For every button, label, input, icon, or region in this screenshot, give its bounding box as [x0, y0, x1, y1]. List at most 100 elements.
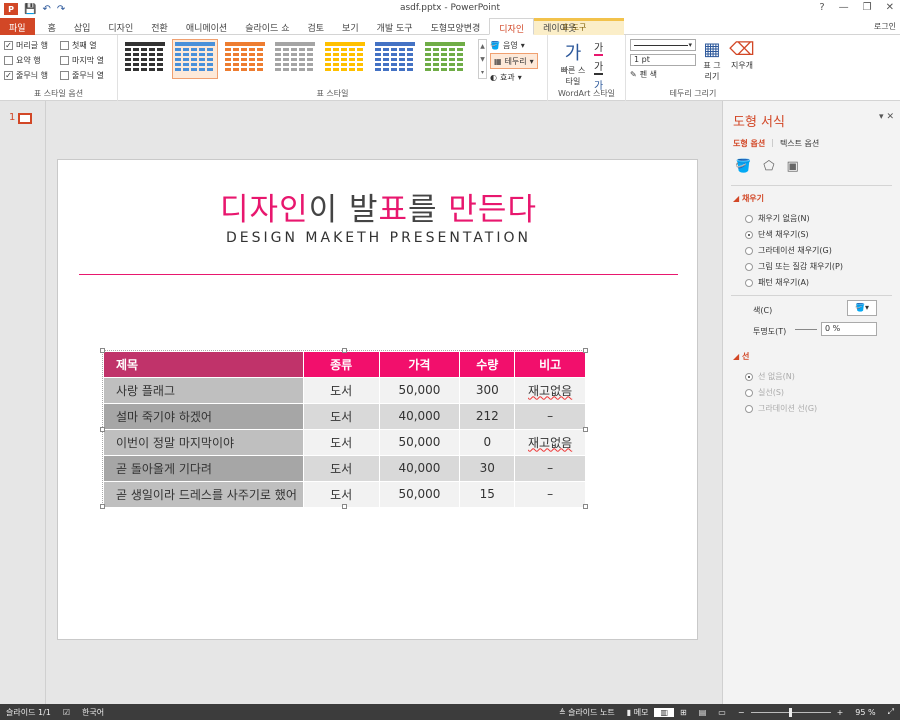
fill-section-header[interactable]: ◢ 채우기 [733, 193, 764, 204]
style-option-checkbox[interactable]: 첫째 열 [60, 38, 116, 53]
data-table[interactable]: 제목 종류 가격 수량 비고 사랑 플래그 도서 50,000 300 재고없음 설마 죽기야 하겠… [104, 352, 586, 508]
tab-text-options[interactable]: 텍스트 옵션 [780, 138, 819, 149]
radio-option[interactable]: 그림 또는 질감 채우기(P) [745, 261, 843, 272]
table-cell[interactable]: 설마 죽기야 하겠어 [104, 403, 304, 430]
checkbox-icon[interactable]: ✓ [4, 41, 13, 50]
close-button[interactable]: ✕ [886, 2, 894, 13]
tab-10[interactable]: 도형모양변경 [422, 18, 490, 35]
table-style-swatch[interactable] [422, 39, 468, 79]
style-option-checkbox[interactable]: ✓ 줄무늬 행 [4, 68, 60, 83]
resize-handle[interactable] [100, 348, 105, 353]
slide-thumbnail[interactable] [18, 113, 32, 124]
radio-option[interactable]: 실선(S) [745, 387, 784, 398]
zoom-out-button[interactable]: − [732, 708, 751, 717]
table-cell[interactable]: 재고없음 [514, 429, 586, 456]
style-option-checkbox[interactable]: 요약 행 [4, 53, 60, 68]
transparency-slider[interactable] [795, 329, 817, 330]
header-cell[interactable]: 가격 [379, 352, 461, 378]
resize-handle[interactable] [583, 348, 588, 353]
border-button[interactable]: ▦ 테두리 ▾ [490, 53, 538, 69]
help-button[interactable]: ? [819, 2, 824, 13]
table-cell[interactable]: 0 [459, 429, 516, 456]
radio-icon[interactable] [745, 262, 753, 271]
checkbox-icon[interactable] [4, 56, 13, 65]
slide[interactable]: 디자인이 발표를 만든다 DESIGN MAKETH PRESENTATION … [57, 159, 698, 640]
tab-11[interactable]: 디자인 [489, 18, 535, 35]
zoom-slider-thumb[interactable] [788, 707, 792, 717]
table-cell[interactable]: 곧 돌아올게 기다려 [104, 455, 304, 482]
resize-handle[interactable] [583, 504, 588, 509]
comments-button[interactable]: ▮ 메모 [621, 707, 655, 718]
zoom-in-button[interactable]: + [831, 708, 850, 717]
table-cell[interactable]: 50,000 [379, 429, 461, 456]
radio-option[interactable]: 그라데이션 선(G) [745, 403, 817, 414]
vertical-scrollbar[interactable] [714, 101, 722, 704]
tab-1[interactable]: 홈 [39, 18, 65, 35]
notes-button[interactable]: ≜ 슬라이드 노트 [553, 707, 621, 718]
redo-icon[interactable]: ↷ [57, 4, 65, 15]
radio-icon[interactable] [745, 246, 753, 255]
tab-4[interactable]: 전환 [142, 18, 177, 35]
table-cell[interactable]: 40,000 [379, 403, 461, 430]
tab-shape-options[interactable]: 도형 옵션 [733, 138, 765, 149]
table-cell[interactable]: 30 [459, 455, 516, 482]
spell-check-icon[interactable]: ☑ [57, 708, 76, 717]
fill-line-icon[interactable]: 🪣 [735, 159, 751, 174]
checkbox-icon[interactable] [60, 71, 69, 80]
login-link[interactable]: 로그인 [874, 21, 896, 32]
text-fill-icon[interactable]: 가 [594, 39, 604, 56]
shading-button[interactable]: 🪣 음영 ▾ [490, 37, 538, 53]
tab-3[interactable]: 디자인 [99, 18, 142, 35]
table-style-swatch[interactable] [322, 39, 368, 79]
eraser-button[interactable]: ⌫ 지우개 [728, 39, 756, 71]
table-style-swatch[interactable] [172, 39, 218, 79]
style-option-checkbox[interactable]: ✓ 머리글 행 [4, 38, 60, 53]
table-frame[interactable]: 제목 종류 가격 수량 비고 사랑 플래그 도서 50,000 300 재고없음 설마 죽기야 하겠… [100, 348, 588, 509]
table-cell[interactable]: 재고없음 [514, 377, 586, 404]
pen-color-button[interactable]: ✎ 펜 색 [630, 66, 696, 82]
restore-button[interactable]: ❐ [863, 2, 872, 13]
slide-sorter-icon[interactable]: ⊞ [674, 708, 693, 717]
table-cell[interactable]: 50,000 [379, 481, 461, 508]
header-cell[interactable]: 수량 [459, 352, 516, 378]
table-cell[interactable]: – [514, 455, 586, 482]
fill-color-picker[interactable]: 🪣▾ [847, 300, 877, 316]
radio-option[interactable]: 선 없음(N) [745, 371, 795, 382]
tab-2[interactable]: 삽입 [65, 18, 100, 35]
resize-handle[interactable] [342, 348, 347, 353]
undo-icon[interactable]: ↶ [42, 4, 50, 15]
slide-title[interactable]: 디자인이 발표를 만든다 [58, 184, 699, 229]
normal-view-icon[interactable]: ▥ [654, 707, 675, 717]
zoom-level[interactable]: 95 % [849, 708, 881, 717]
table-style-swatch[interactable] [372, 39, 418, 79]
table-cell[interactable]: 이번이 정말 마지막이야 [104, 429, 304, 456]
checkbox-icon[interactable] [60, 56, 69, 65]
table-style-swatch[interactable] [122, 39, 168, 79]
tab-0[interactable]: 파일 [0, 18, 35, 35]
resize-handle[interactable] [100, 427, 105, 432]
language-indicator[interactable]: 한국어 [76, 707, 110, 718]
tab-8[interactable]: 보기 [333, 18, 368, 35]
draw-table-button[interactable]: ▦ 표 그리기 [700, 39, 724, 82]
radio-option[interactable]: 패턴 채우기(A) [745, 277, 809, 288]
table-cell[interactable]: 도서 [303, 455, 380, 482]
effects-pentagon-icon[interactable]: ⬠ [763, 159, 774, 174]
table-cell[interactable]: – [514, 481, 586, 508]
tab-7[interactable]: 검토 [298, 18, 333, 35]
transparency-input[interactable]: 0 % [821, 322, 877, 336]
pane-close-icon[interactable]: ✕ [886, 112, 894, 122]
style-option-checkbox[interactable]: 줄무늬 열 [60, 68, 116, 83]
radio-icon[interactable] [745, 214, 753, 223]
size-properties-icon[interactable]: ▣ [787, 159, 799, 174]
slideshow-icon[interactable]: ▭ [712, 708, 732, 717]
table-cell[interactable]: – [514, 403, 586, 430]
table-cell[interactable]: 300 [459, 377, 516, 404]
text-outline-icon[interactable]: 가 [594, 58, 604, 75]
quick-styles-button[interactable]: 가 빠른 스타일 [558, 39, 588, 87]
minimize-button[interactable]: — [839, 2, 849, 13]
table-style-swatch[interactable] [222, 39, 268, 79]
resize-handle[interactable] [342, 504, 347, 509]
header-cell[interactable]: 종류 [303, 352, 380, 378]
table-cell[interactable]: 50,000 [379, 377, 461, 404]
table-cell[interactable]: 40,000 [379, 455, 461, 482]
